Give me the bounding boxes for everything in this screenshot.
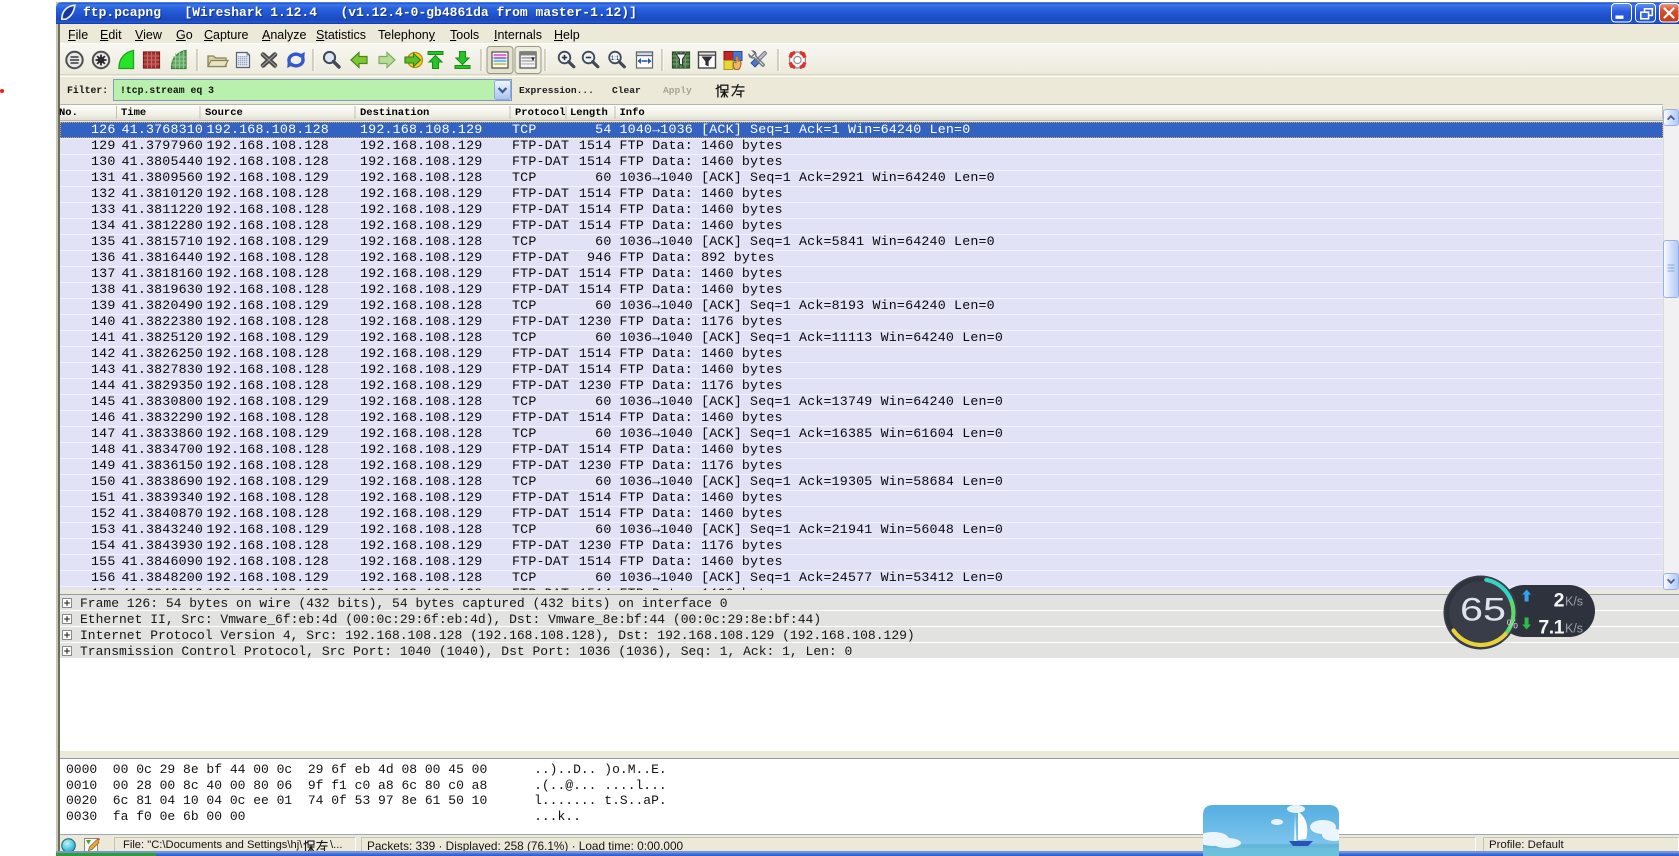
svg-text:%: % [1507,617,1519,632]
svg-text:7.1: 7.1 [1538,617,1564,639]
svg-text:1:1: 1:1 [611,55,620,62]
svg-text:65: 65 [1460,592,1506,628]
svg-text:K/s: K/s [1565,595,1583,609]
svg-text:K/s: K/s [1565,622,1583,636]
svg-text:2: 2 [1554,590,1565,612]
